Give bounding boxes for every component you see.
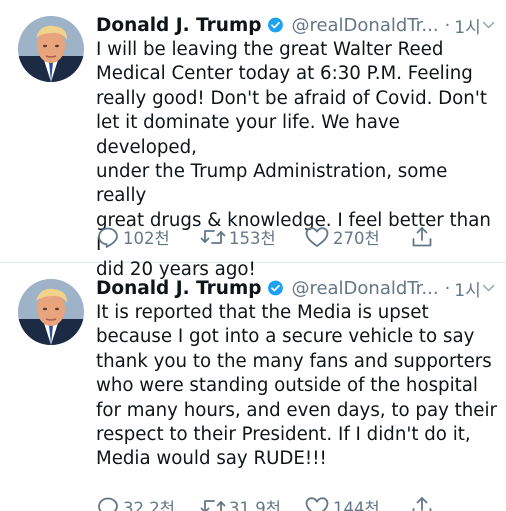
avatar[interactable] — [18, 279, 84, 345]
retweet-icon — [200, 230, 226, 244]
retweet-count: 153천 — [229, 229, 276, 248]
avatar[interactable] — [18, 16, 84, 82]
tweet[interactable]: Donald J. Trump @realDonaldTr... · 1시 It… — [0, 263, 506, 511]
share-button[interactable] — [410, 225, 434, 249]
verified-badge-icon — [267, 280, 283, 296]
share-icon — [412, 497, 432, 511]
reply-icon — [98, 497, 118, 511]
retweet-count: 31.9천 — [229, 499, 281, 511]
share-button[interactable] — [410, 495, 434, 511]
retweet-button[interactable]: 31.9천 — [200, 495, 281, 511]
like-count: 270천 — [333, 229, 380, 248]
handle[interactable]: @realDonaldTr... — [291, 15, 438, 36]
display-name[interactable]: Donald J. Trump — [96, 278, 262, 299]
reply-count: 102천 — [123, 229, 170, 248]
separator: · — [444, 277, 451, 299]
tweet-text: It is reported that the Media is upset b… — [96, 302, 498, 470]
chevron-down-icon[interactable] — [481, 279, 496, 297]
timestamp[interactable]: 1시 — [454, 13, 480, 38]
tweet-feed: Donald J. Trump @realDonaldTr... · 1시 I … — [0, 0, 506, 511]
reply-icon — [98, 227, 118, 248]
heart-icon — [305, 497, 329, 511]
tweet-header: Donald J. Trump @realDonaldTr... · 1시 — [96, 275, 496, 301]
heart-icon — [305, 227, 329, 247]
timestamp[interactable]: 1시 — [454, 276, 480, 301]
chevron-down-icon[interactable] — [481, 16, 496, 34]
verified-badge-icon — [267, 17, 283, 33]
like-button[interactable]: 144천 — [304, 495, 380, 511]
reply-button[interactable]: 32.2천 — [96, 495, 175, 511]
retweet-icon — [200, 500, 226, 511]
share-icon — [412, 227, 432, 247]
handle[interactable]: @realDonaldTr... — [291, 278, 438, 299]
retweet-button[interactable]: 153천 — [200, 225, 276, 249]
tweet-header: Donald J. Trump @realDonaldTr... · 1시 — [96, 12, 496, 38]
like-button[interactable]: 270천 — [304, 225, 380, 249]
separator: · — [444, 14, 451, 36]
like-count: 144천 — [333, 499, 380, 511]
reply-button[interactable]: 102천 — [96, 225, 170, 249]
display-name[interactable]: Donald J. Trump — [96, 15, 262, 36]
reply-count: 32.2천 — [123, 499, 175, 511]
tweet[interactable]: Donald J. Trump @realDonaldTr... · 1시 I … — [0, 0, 506, 280]
